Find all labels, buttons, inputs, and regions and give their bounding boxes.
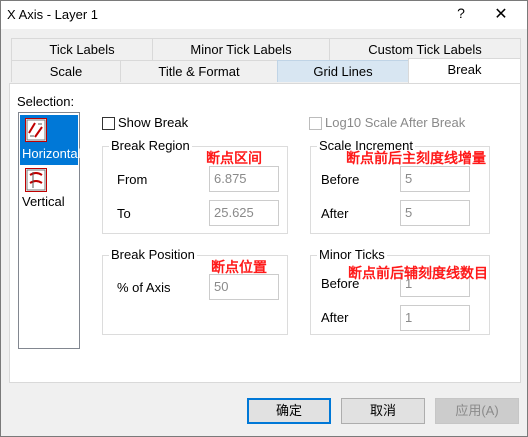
scale-after-label: After xyxy=(321,206,349,221)
minor-ticks-annotation: 断点前后辅刻度线数目 xyxy=(348,265,488,281)
selection-item-label: Vertical xyxy=(22,194,65,209)
cancel-button[interactable]: 取消 xyxy=(341,398,425,424)
break-panel: Selection: Horizontal Vertical Show Brea… xyxy=(9,83,521,383)
from-field[interactable]: 6.875 xyxy=(209,166,279,192)
show-break-checkbox[interactable] xyxy=(102,117,115,130)
tab-minor-tick-labels[interactable]: Minor Tick Labels xyxy=(152,38,330,60)
to-label: To xyxy=(117,206,131,221)
tab-tick-labels[interactable]: Tick Labels xyxy=(11,38,153,60)
dialog-window: X Axis - Layer 1 ? ✕ Tick Labels Minor T… xyxy=(0,0,528,437)
minor-ticks-title: Minor Ticks xyxy=(317,247,387,262)
help-button[interactable]: ? xyxy=(451,5,471,25)
window-title: X Axis - Layer 1 xyxy=(7,7,99,22)
scale-before-field[interactable]: 5 xyxy=(400,166,470,192)
break-region-annotation: 断点区间 xyxy=(206,150,262,166)
tab-break[interactable]: Break xyxy=(408,58,521,84)
break-position-title: Break Position xyxy=(109,247,197,262)
scale-increment-annotation: 断点前后主刻度线增量 xyxy=(346,150,486,166)
selection-item-vertical[interactable]: Vertical xyxy=(20,166,78,216)
horizontal-break-icon xyxy=(25,118,47,142)
tab-strip: Tick Labels Minor Tick Labels Custom Tic… xyxy=(9,38,521,84)
log10-label: Log10 Scale After Break xyxy=(325,115,466,130)
break-position-annotation: 断点位置 xyxy=(211,259,267,275)
selection-list[interactable]: Horizontal Vertical xyxy=(18,112,81,349)
minor-after-field[interactable]: 1 xyxy=(400,305,470,331)
from-label: From xyxy=(117,172,148,187)
selection-label: Selection: xyxy=(17,94,75,109)
selection-item-label: Horizontal xyxy=(22,146,81,161)
percent-of-axis-field[interactable]: 50 xyxy=(209,274,279,300)
minor-after-label: After xyxy=(321,310,349,325)
tab-title-format[interactable]: Title & Format xyxy=(120,60,278,82)
break-region-title: Break Region xyxy=(109,138,192,153)
show-break-label: Show Break xyxy=(118,115,189,130)
close-button[interactable]: ✕ xyxy=(491,4,511,24)
tab-scale[interactable]: Scale xyxy=(11,60,121,82)
title-bar: X Axis - Layer 1 ? ✕ xyxy=(1,1,527,29)
ok-button[interactable]: 确定 xyxy=(247,398,331,424)
vertical-break-icon xyxy=(25,168,47,192)
tab-grid-lines[interactable]: Grid Lines xyxy=(277,60,409,82)
scale-before-label: Before xyxy=(321,172,360,187)
percent-of-axis-label: % of Axis xyxy=(117,280,171,295)
selection-item-horizontal[interactable]: Horizontal xyxy=(20,115,81,165)
scale-after-field[interactable]: 5 xyxy=(400,200,470,226)
tab-custom-tick-labels[interactable]: Custom Tick Labels xyxy=(329,38,521,60)
apply-button[interactable]: 应用(A) xyxy=(435,398,519,424)
to-field[interactable]: 25.625 xyxy=(209,200,279,226)
log10-checkbox[interactable] xyxy=(309,117,322,130)
